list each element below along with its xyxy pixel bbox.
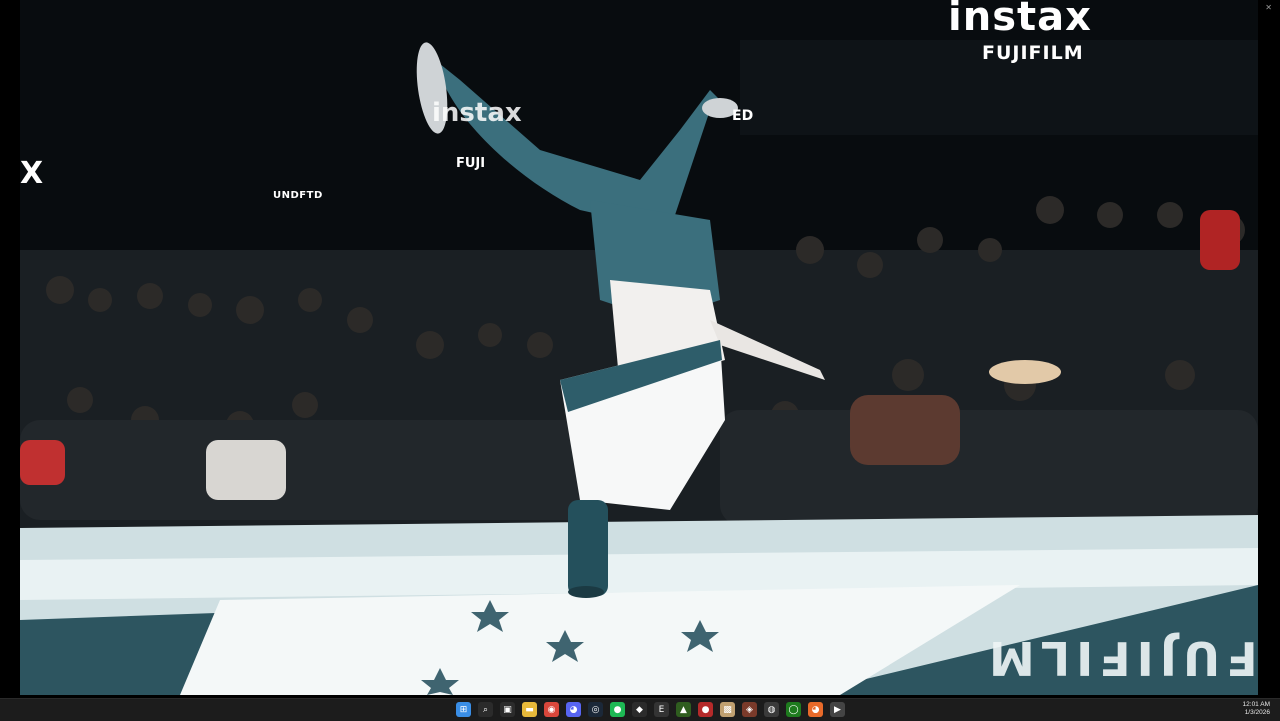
obs-icon[interactable]: ◍ <box>764 702 779 717</box>
epic-games-icon[interactable]: E <box>654 702 669 717</box>
spotify-icon[interactable]: ● <box>610 702 625 717</box>
brown-hoodie-spectator <box>850 395 960 465</box>
clock-time: 12:01 AM <box>1242 701 1270 708</box>
mid-fuji-sign: FUJI <box>456 156 486 171</box>
mid-instax-sign: instax <box>432 98 522 128</box>
app-icon[interactable]: ◆ <box>632 702 647 717</box>
red-hood-spectator <box>1200 210 1240 270</box>
taskbar: ⊞ ⌕ ▣ ▬ ◉ ◕ ◎ ● ◆ E ▲ ● ▩ ◈ ◍ ◯ ◕ ▶ 12:01 AM 1/3/2026 <box>0 698 1280 721</box>
firefox-icon[interactable]: ◕ <box>808 702 823 717</box>
media-player-icon[interactable]: ▶ <box>830 702 845 717</box>
task-view-icon[interactable]: ▣ <box>500 702 515 717</box>
taskbar-icons: ⊞ ⌕ ▣ ▬ ◉ ◕ ◎ ● ◆ E ▲ ● ▩ ◈ ◍ ◯ ◕ ▶ <box>456 702 845 717</box>
red-jacket-spectator <box>20 440 65 485</box>
file-explorer-icon[interactable]: ▬ <box>522 702 537 717</box>
xbox-icon[interactable]: ◯ <box>786 702 801 717</box>
chrome-icon[interactable]: ◉ <box>544 702 559 717</box>
game-icon[interactable]: ◈ <box>742 702 757 717</box>
instax-sign: instax <box>948 0 1092 40</box>
white-hoodie-spectator <box>206 440 286 500</box>
close-button[interactable]: ✕ <box>1265 0 1272 16</box>
floor-logo-text: FUJIFILM <box>983 631 1258 685</box>
clock-date: 1/3/2026 <box>1244 709 1270 716</box>
system-clock[interactable]: 12:01 AM 1/3/2026 <box>1243 701 1270 717</box>
undefeated-sign: UNDFTD <box>273 190 323 201</box>
nvidia-icon[interactable]: ▲ <box>676 702 691 717</box>
video-scene <box>20 0 1258 695</box>
search-icon[interactable]: ⌕ <box>478 702 493 717</box>
ed-sign: ED <box>732 108 754 124</box>
discord-icon[interactable]: ◕ <box>566 702 581 717</box>
straw-hat <box>989 360 1061 384</box>
left-sign: X <box>20 156 44 191</box>
fujifilm-sign: FUJIFILM <box>982 42 1084 64</box>
start-icon[interactable]: ⊞ <box>456 702 471 717</box>
video-frame[interactable]: instax FUJIFILM X instax FUJI UNDFTD ED … <box>20 0 1258 695</box>
app-red-icon[interactable]: ● <box>698 702 713 717</box>
image-app-icon[interactable]: ▩ <box>720 702 735 717</box>
steam-icon[interactable]: ◎ <box>588 702 603 717</box>
